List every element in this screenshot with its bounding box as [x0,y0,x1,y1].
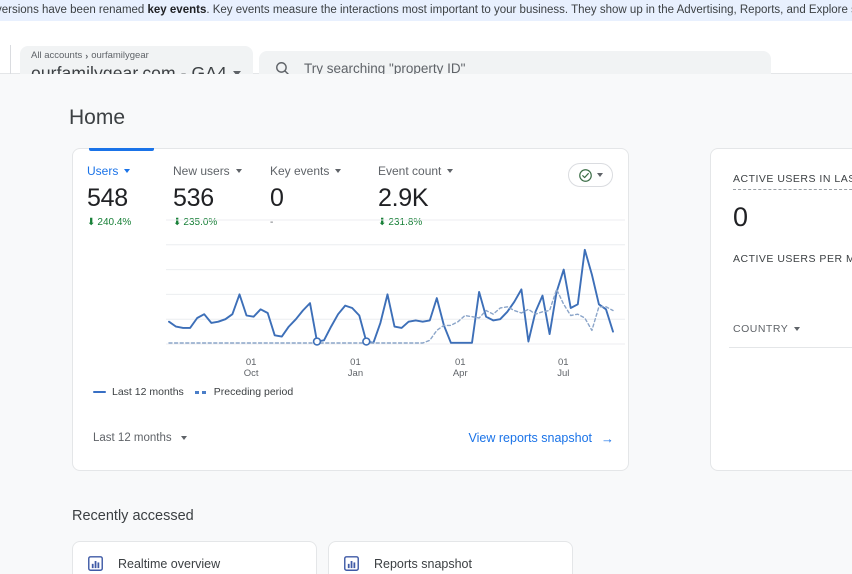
metric-event-count-value: 2.9K [378,184,429,212]
chevron-down-icon[interactable] [180,436,187,440]
active-users-underline [733,189,852,190]
chevron-down-icon[interactable] [124,169,131,173]
analytics-home-page: versions have been renamed key events. K… [0,0,852,574]
banner-text-bold: key events [147,4,207,16]
country-dimension-selector[interactable]: COUNTRY [733,323,801,335]
breadcrumb-separator-icon: › [85,51,89,61]
page-title: Home [69,106,126,129]
chart-x-tick-day: 01 [454,357,466,368]
active-users-label: ACTIVE USERS IN LAST 30 [733,173,852,185]
chart-x-tick-month: Oct [243,368,259,379]
chart-data-point[interactable] [362,337,371,346]
chart-data-point[interactable] [312,337,322,346]
users-trend-chart: 01020304050 [73,212,630,357]
legend-item-preceding[interactable]: Preceding period [194,386,294,398]
recent-card-label: Reports snapshot [374,556,472,571]
chevron-down-icon[interactable] [447,169,454,173]
page-body-inner: Home Users 548 ⬇ 240.4% New users 536 ⬇ … [11,74,852,574]
breadcrumb: All accounts › ourfamilygear [31,50,241,62]
realtime-card: ACTIVE USERS IN LAST 30 0 ACTIVE USERS P… [710,148,852,471]
legend-item-current[interactable]: Last 12 months [93,386,184,398]
check-circle-icon [579,168,592,182]
chart-x-tick-month: Jul [557,368,570,379]
top-header-bar: All accounts › ourfamilygear ourfamilyge… [0,21,852,88]
view-reports-snapshot-label: View reports snapshot [468,431,592,445]
date-range-selector[interactable]: Last 12 months [93,432,187,444]
breadcrumb-all-accounts[interactable]: All accounts [31,50,82,62]
chart-series-current [168,248,614,344]
chart-legend: Last 12 months Preceding period [93,386,293,398]
metric-key-events-label: Key events [270,164,330,178]
recent-card-content: Realtime overview [87,555,220,572]
chevron-down-icon[interactable] [335,169,342,173]
recent-card-realtime-overview[interactable]: Realtime overview [72,541,317,574]
chart-x-tick-label: 01 Jan [335,357,375,379]
chevron-down-icon[interactable] [794,327,801,331]
banner-text: versions have been renamed key events. K… [0,0,852,21]
legend-swatch-dashed-icon [194,390,208,394]
recent-card-reports-snapshot[interactable]: Reports snapshot [328,541,573,574]
metric-event-count-label: Event count [378,164,442,178]
chevron-down-icon[interactable] [235,169,242,173]
bar-chart-icon [88,556,103,571]
metric-users-value: 548 [87,184,128,212]
active-metric-indicator [89,148,154,151]
chart-x-tick-month: Apr [452,368,468,379]
breadcrumb-account[interactable]: ourfamilygear [91,50,149,62]
metric-new-users-label: New users [173,164,230,178]
metric-new-users-value: 536 [173,184,214,212]
chart-x-tick-month: Jan [347,368,364,379]
arrow-right-icon: → [601,430,614,446]
metric-users-header[interactable]: Users [87,163,173,179]
data-status-button[interactable] [568,163,613,187]
view-reports-snapshot-link[interactable]: View reports snapshot → [469,431,614,445]
overview-card-footer: Last 12 months View reports snapshot → [73,424,630,470]
chart-x-tick-label: 01 Oct [231,357,271,379]
chart-x-tick-label: 01 Apr [440,357,480,379]
recent-card-content: Reports snapshot [343,555,472,572]
legend-label-preceding: Preceding period [213,386,294,398]
chart-x-tick-day: 01 [245,357,257,368]
legend-swatch-solid-icon [93,390,106,394]
banner-text-after: . Key events measure the interactions mo… [206,4,852,16]
chart-x-axis: 01 Oct 01 Jan 01 Apr 01 Jul [73,355,630,381]
bar-chart-icon [344,556,359,571]
metric-key-events-value: 0 [270,184,284,212]
chart-x-tick-day: 01 [350,357,361,368]
chevron-down-icon[interactable] [597,173,603,177]
chart-svg: 01020304050 [166,219,625,346]
date-range-label: Last 12 months [93,432,172,444]
country-label: COUNTRY [733,323,789,335]
key-events-banner: versions have been renamed key events. K… [0,0,852,21]
recently-accessed-title: Recently accessed [72,508,194,524]
metric-key-events-header[interactable]: Key events [270,163,378,179]
metric-new-users-header[interactable]: New users [173,163,270,179]
overview-card: Users 548 ⬇ 240.4% New users 536 ⬇ 235.0… [72,148,629,471]
header-left-divider [10,45,11,77]
recent-card-label: Realtime overview [118,556,221,571]
active-users-value: 0 [733,202,749,232]
legend-label-current: Last 12 months [112,386,184,398]
metric-event-count-header[interactable]: Event count [378,163,478,179]
metric-users-label: Users [87,164,119,178]
banner-text-before: versions have been renamed [0,4,148,16]
chart-x-tick-day: 01 [557,357,569,368]
country-table-divider [729,347,852,348]
chart-x-tick-label: 01 Jul [543,357,583,379]
active-users-per-minute-label: ACTIVE USERS PER MINU [733,253,852,265]
page-body: Home Users 548 ⬇ 240.4% New users 536 ⬇ … [0,74,852,574]
